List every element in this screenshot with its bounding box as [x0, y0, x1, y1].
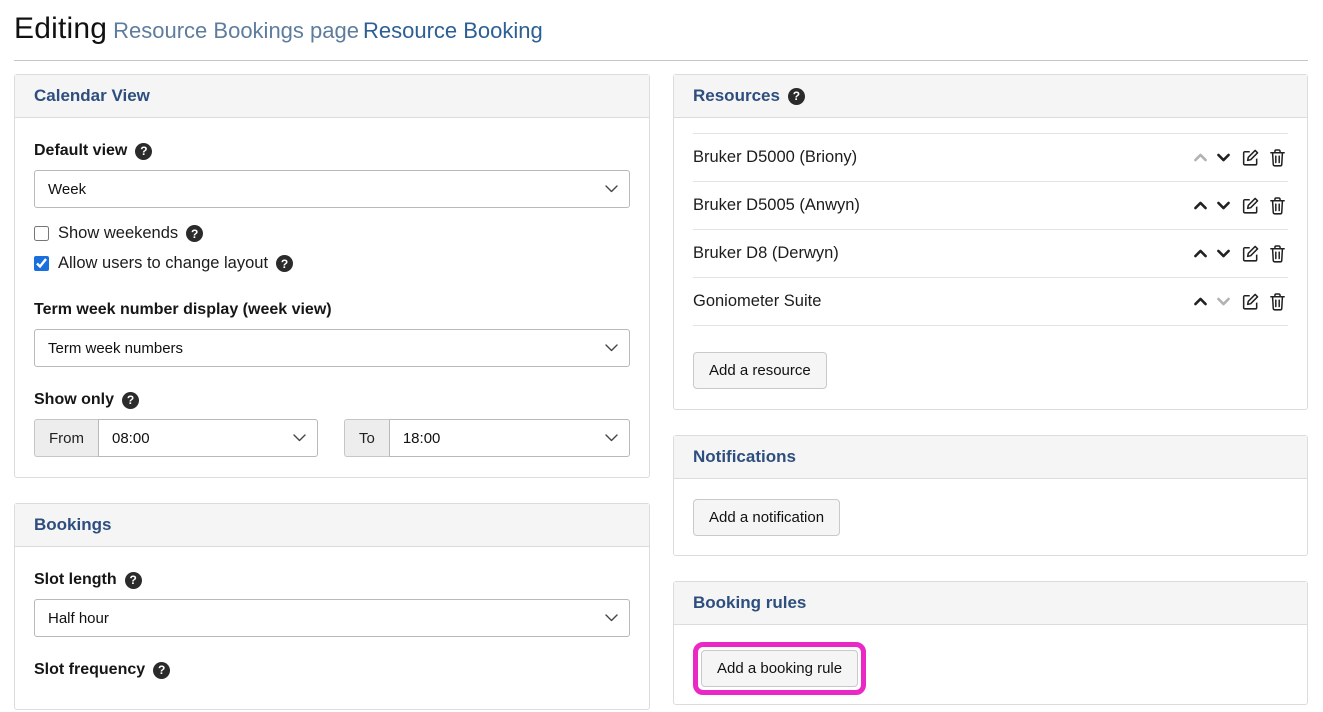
booking-rules-panel-header: Booking rules	[674, 582, 1307, 625]
calendar-view-title: Calendar View	[34, 86, 150, 106]
page-header: EditingResource Bookings pageResource Bo…	[14, 10, 1308, 61]
add-resource-button[interactable]: Add a resource	[693, 352, 827, 389]
page-subtitle-entity: Resource Booking	[363, 18, 543, 43]
resource-row: Bruker D8 (Derwyn)	[693, 230, 1288, 278]
resource-list: Bruker D5000 (Briony)	[693, 133, 1288, 326]
notifications-panel-header: Notifications	[674, 436, 1307, 479]
help-icon[interactable]: ?	[276, 255, 293, 272]
move-down-icon[interactable]	[1213, 147, 1234, 168]
trash-icon[interactable]	[1267, 195, 1288, 216]
help-icon[interactable]: ?	[122, 392, 139, 409]
resource-row: Bruker D5000 (Briony)	[693, 134, 1288, 182]
resources-panel: Resources ? Bruker D5000 (Briony)	[673, 74, 1308, 410]
edit-icon[interactable]	[1240, 243, 1261, 264]
calendar-view-panel-header: Calendar View	[15, 75, 649, 118]
move-down-icon[interactable]	[1213, 243, 1234, 264]
from-addon-label: From	[34, 419, 98, 457]
booking-rules-title: Booking rules	[693, 593, 806, 613]
move-down-icon	[1213, 291, 1234, 312]
page-subtitle-pagename: Resource Bookings page	[113, 18, 359, 43]
allow-layout-label: Allow users to change layout	[58, 254, 268, 273]
resources-panel-header: Resources ?	[674, 75, 1307, 118]
show-only-label: Show only	[34, 391, 114, 409]
slot-length-select[interactable]: Half hour	[34, 599, 630, 637]
resource-name: Bruker D5005 (Anwyn)	[693, 196, 860, 215]
notifications-title: Notifications	[693, 447, 796, 467]
add-notification-button[interactable]: Add a notification	[693, 499, 840, 536]
resource-row: Bruker D5005 (Anwyn)	[693, 182, 1288, 230]
show-only-from-select[interactable]: 08:00	[98, 419, 318, 457]
default-view-select[interactable]: Week	[34, 170, 630, 208]
allow-layout-checkbox[interactable]	[34, 256, 49, 271]
edit-icon[interactable]	[1240, 195, 1261, 216]
resource-name: Bruker D8 (Derwyn)	[693, 244, 839, 263]
help-icon[interactable]: ?	[153, 662, 170, 679]
edit-icon[interactable]	[1240, 147, 1261, 168]
booking-rules-panel: Booking rules Add a booking rule	[673, 581, 1308, 705]
move-down-icon[interactable]	[1213, 195, 1234, 216]
move-up-icon[interactable]	[1190, 291, 1211, 312]
resource-name: Goniometer Suite	[693, 292, 821, 311]
help-icon[interactable]: ?	[186, 225, 203, 242]
resources-title: Resources	[693, 86, 780, 106]
bookings-panel: Bookings Slot length ? Half hour	[14, 503, 650, 710]
trash-icon[interactable]	[1267, 291, 1288, 312]
move-up-icon	[1190, 147, 1211, 168]
calendar-view-panel: Calendar View Default view ? Week	[14, 74, 650, 478]
to-addon-label: To	[344, 419, 389, 457]
term-week-select[interactable]: Term week numbers	[34, 329, 630, 367]
bookings-panel-header: Bookings	[15, 504, 649, 547]
show-weekends-checkbox[interactable]	[34, 226, 49, 241]
default-view-label: Default view	[34, 142, 127, 160]
notifications-panel: Notifications Add a notification	[673, 435, 1308, 556]
show-only-to-select[interactable]: 18:00	[389, 419, 630, 457]
slot-length-label: Slot length	[34, 571, 117, 589]
resource-row: Goniometer Suite	[693, 278, 1288, 326]
move-up-icon[interactable]	[1190, 243, 1211, 264]
show-weekends-label: Show weekends	[58, 224, 178, 243]
help-icon[interactable]: ?	[788, 88, 805, 105]
trash-icon[interactable]	[1267, 243, 1288, 264]
resource-name: Bruker D5000 (Briony)	[693, 148, 857, 167]
annotation-highlight: Add a booking rule	[693, 642, 866, 695]
add-booking-rule-button[interactable]: Add a booking rule	[701, 650, 858, 687]
page-root: EditingResource Bookings pageResource Bo…	[0, 0, 1323, 712]
bookings-title: Bookings	[34, 515, 111, 535]
help-icon[interactable]: ?	[135, 143, 152, 160]
move-up-icon[interactable]	[1190, 195, 1211, 216]
edit-icon[interactable]	[1240, 291, 1261, 312]
page-title: Editing	[14, 12, 107, 45]
trash-icon[interactable]	[1267, 147, 1288, 168]
slot-frequency-label: Slot frequency	[34, 661, 145, 679]
term-week-label: Term week number display (week view)	[34, 301, 332, 319]
help-icon[interactable]: ?	[125, 572, 142, 589]
